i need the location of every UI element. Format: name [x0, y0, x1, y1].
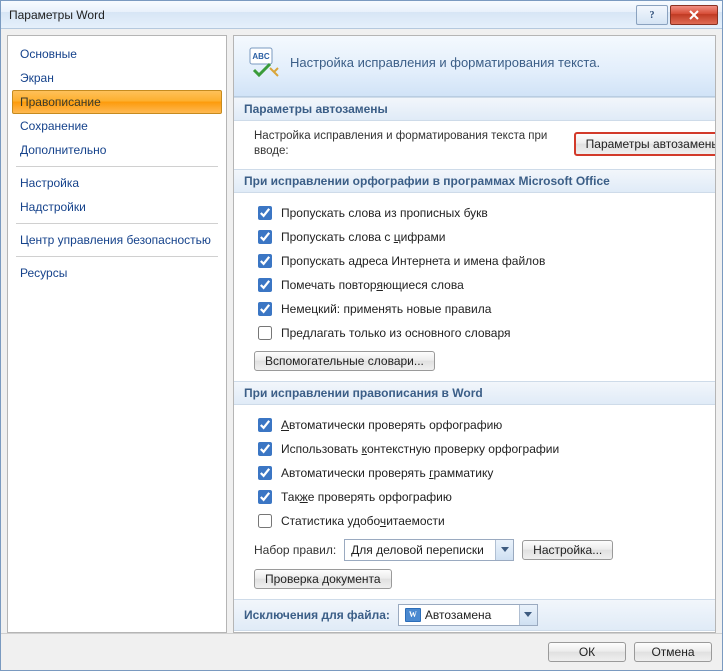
chevron-down-icon — [519, 605, 537, 625]
window-title: Параметры Word — [9, 8, 634, 22]
checkbox-row[interactable]: Пропускать слова из прописных букв — [254, 201, 715, 225]
section-office-spell-body: Пропускать слова из прописных букв Пропус… — [234, 193, 715, 381]
ruleset-row: Набор правил: Для деловой переписки Наст… — [254, 539, 715, 561]
section-word-spell-title: При исправлении правописания в Word — [234, 381, 715, 405]
main-scroll[interactable]: ABC Настройка исправления и форматирован… — [234, 36, 715, 632]
exceptions-file-combo[interactable]: W Автозамена — [398, 604, 538, 626]
section-exceptions-body: Скрыть орфографические ошибки только в э… — [234, 631, 715, 632]
checkbox[interactable] — [258, 418, 272, 432]
ok-button[interactable]: ОК — [548, 642, 626, 662]
sidebar-item[interactable]: Сохранение — [12, 114, 222, 138]
content: ABC Настройка исправления и форматирован… — [234, 36, 715, 632]
sidebar-separator — [16, 223, 218, 224]
checkbox[interactable] — [258, 254, 272, 268]
custom-dictionaries-button[interactable]: Вспомогательные словари... — [254, 351, 435, 371]
checkbox[interactable] — [258, 442, 272, 456]
proofing-icon: ABC — [248, 46, 280, 78]
ruleset-label: Набор правил: — [254, 543, 336, 557]
cancel-button[interactable]: Отмена — [634, 642, 712, 662]
sidebar-item[interactable]: Правописание — [12, 90, 222, 114]
checkbox-label: Автоматически проверять орфографию — [281, 418, 502, 432]
sidebar-item[interactable]: Центр управления безопасностью — [12, 228, 222, 252]
checkbox-row[interactable]: Статистика удобочитаемости — [254, 509, 715, 533]
recheck-document-button[interactable]: Проверка документа — [254, 569, 392, 589]
checkbox-label: Предлагать только из основного словаря — [281, 326, 510, 340]
checkbox-label: Пропускать слова с цифрами — [281, 230, 446, 244]
section-office-spell-title: При исправлении орфографии в программах … — [234, 169, 715, 193]
checkbox-row[interactable]: Немецкий: применять новые правила — [254, 297, 715, 321]
category-sidebar: ОсновныеЭкранПравописаниеСохранениеДопол… — [7, 35, 227, 633]
window-buttons: ? — [634, 5, 718, 25]
checkbox[interactable] — [258, 326, 272, 340]
sidebar-item[interactable]: Дополнительно — [12, 138, 222, 162]
word-options-window: Параметры Word ? ОсновныеЭкранПравописан… — [0, 0, 723, 671]
checkbox-label: Использовать контекстную проверку орфогр… — [281, 442, 559, 456]
autocorrect-desc: Настройка исправления и форматирования т… — [254, 129, 564, 159]
checkbox[interactable] — [258, 206, 272, 220]
sidebar-separator — [16, 256, 218, 257]
checkbox[interactable] — [258, 302, 272, 316]
exceptions-label: Исключения для файла: — [244, 608, 390, 622]
main-panel: ABC Настройка исправления и форматирован… — [233, 35, 716, 633]
close-button[interactable] — [670, 5, 718, 25]
sidebar-item[interactable]: Настройка — [12, 171, 222, 195]
dialog-body: ОсновныеЭкранПравописаниеСохранениеДопол… — [1, 29, 722, 633]
ruleset-value: Для деловой переписки — [345, 543, 495, 557]
ruleset-combo[interactable]: Для деловой переписки — [344, 539, 514, 561]
word-doc-icon: W — [405, 608, 421, 622]
checkbox[interactable] — [258, 230, 272, 244]
checkbox-label: Автоматически проверять грамматику — [281, 466, 493, 480]
page-header: ABC Настройка исправления и форматирован… — [234, 36, 715, 97]
checkbox-label: Пропускать слова из прописных букв — [281, 206, 488, 220]
chevron-down-icon — [495, 540, 513, 560]
section-word-spell-body: Автоматически проверять орфографию Исполь… — [234, 405, 715, 599]
checkbox-row[interactable]: Помечать повторяющиеся слова — [254, 273, 715, 297]
ruleset-settings-button[interactable]: Настройка... — [522, 540, 613, 560]
checkbox-label: Также проверять орфографию — [281, 490, 452, 504]
sidebar-item[interactable]: Основные — [12, 42, 222, 66]
exceptions-file-value: W Автозамена — [399, 608, 519, 622]
sidebar-separator — [16, 166, 218, 167]
checkbox-row[interactable]: Использовать контекстную проверку орфогр… — [254, 437, 715, 461]
section-autocorrect-title: Параметры автозамены — [234, 97, 715, 121]
checkbox-row[interactable]: Автоматически проверять орфографию — [254, 413, 715, 437]
checkbox[interactable] — [258, 514, 272, 528]
section-exceptions-title: Исключения для файла: W Автозамена — [234, 599, 715, 631]
sidebar-item[interactable]: Экран — [12, 66, 222, 90]
checkbox[interactable] — [258, 466, 272, 480]
page-header-text: Настройка исправления и форматирования т… — [290, 55, 600, 70]
checkbox-row[interactable]: Пропускать слова с цифрами — [254, 225, 715, 249]
checkbox-row[interactable]: Автоматически проверять грамматику — [254, 461, 715, 485]
section-autocorrect-body: Настройка исправления и форматирования т… — [234, 121, 715, 169]
checkbox-label: Помечать повторяющиеся слова — [281, 278, 464, 292]
sidebar-item[interactable]: Ресурсы — [12, 261, 222, 285]
checkbox-label: Пропускать адреса Интернета и имена файл… — [281, 254, 545, 268]
checkbox[interactable] — [258, 278, 272, 292]
svg-text:?: ? — [650, 10, 655, 21]
checkbox-label: Статистика удобочитаемости — [281, 514, 445, 528]
checkbox-row[interactable]: Также проверять орфографию — [254, 485, 715, 509]
titlebar: Параметры Word ? — [1, 1, 722, 29]
checkbox-label: Немецкий: применять новые правила — [281, 302, 491, 316]
autocorrect-options-button[interactable]: Параметры автозамены... — [574, 132, 715, 156]
checkbox-row[interactable]: Предлагать только из основного словаря — [254, 321, 715, 345]
dialog-footer: ОК Отмена — [1, 633, 722, 670]
sidebar-item[interactable]: Надстройки — [12, 195, 222, 219]
help-button[interactable]: ? — [636, 5, 668, 25]
checkbox-row[interactable]: Пропускать адреса Интернета и имена файл… — [254, 249, 715, 273]
checkbox[interactable] — [258, 490, 272, 504]
svg-text:ABC: ABC — [252, 52, 270, 61]
